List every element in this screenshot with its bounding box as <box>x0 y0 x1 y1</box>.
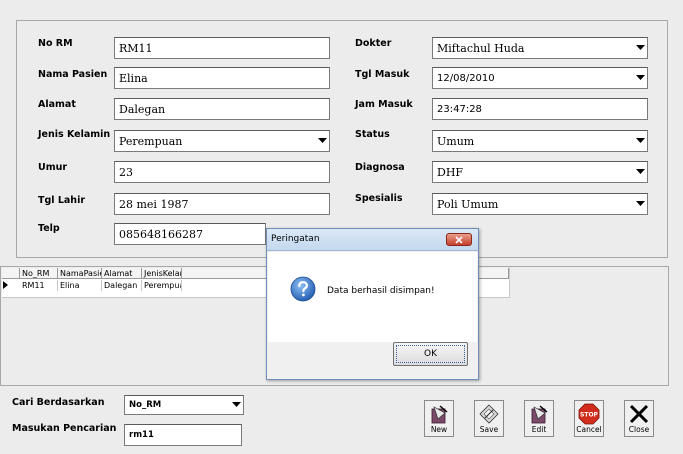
new-label: New <box>430 425 448 434</box>
jam-masuk-value: 23:47:28 <box>437 103 482 115</box>
current-row-pointer-icon <box>3 281 8 289</box>
no-rm-value: RM11 <box>119 41 153 55</box>
spesialis-value: Poli Umum <box>437 197 499 211</box>
cari-berdasarkan-value: No_RM <box>129 400 162 410</box>
dokter-select[interactable]: Miftachul Huda <box>432 37 648 59</box>
grid-cell[interactable]: Perempua <box>142 280 182 291</box>
grid-cell[interactable]: RM11 <box>20 280 58 291</box>
stop-sign-text: STOP <box>580 412 599 419</box>
masukan-pencarian-value: rm11 <box>129 430 154 440</box>
telp-field[interactable]: 085648166287 <box>114 223 266 245</box>
grid-header[interactable]: Alamat <box>102 268 142 279</box>
close-button[interactable]: Close <box>624 400 654 437</box>
umur-field[interactable]: 23 <box>114 161 330 183</box>
grid-header[interactable]: JenisKelar <box>142 268 182 279</box>
label-umur: Umur <box>38 162 68 173</box>
label-dokter: Dokter <box>355 38 392 49</box>
tgl-masuk-picker[interactable]: 12/08/2010 <box>432 67 648 89</box>
dialog-titlebar[interactable]: Peringatan <box>267 229 478 251</box>
chevron-down-icon[interactable] <box>633 131 647 151</box>
grid-header[interactable]: No_RM <box>20 268 58 279</box>
save-icon <box>479 404 499 424</box>
grid-cell[interactable]: Elina <box>58 280 102 291</box>
label-jam-masuk: Jam Masuk <box>355 99 413 110</box>
save-button[interactable]: Save <box>474 400 504 437</box>
tgl-lahir-field[interactable]: 28 mei 1987 <box>114 193 330 215</box>
message-dialog: Peringatan Data berhasil disimpan! OK <box>266 228 479 380</box>
new-button[interactable]: New <box>424 400 454 437</box>
label-nama-pasien: Nama Pasien <box>38 69 108 80</box>
cancel-button[interactable]: STOP Cancel <box>574 400 604 437</box>
tgl-masuk-value: 12/08/2010 <box>437 72 495 84</box>
cari-berdasarkan-select[interactable]: No_RM <box>124 395 244 415</box>
dialog-body <box>268 252 477 342</box>
nama-pasien-field[interactable]: Elina <box>114 67 330 89</box>
no-rm-field[interactable]: RM11 <box>114 37 330 59</box>
alamat-field[interactable]: Dalegan <box>114 98 330 120</box>
status-value: Umum <box>437 134 475 148</box>
dokter-value: Miftachul Huda <box>437 41 525 55</box>
chevron-down-icon[interactable] <box>633 68 647 88</box>
grid-header[interactable]: NamaPasien <box>58 268 102 279</box>
question-icon <box>290 276 316 302</box>
label-masukan-pencarian: Masukan Pencarian <box>12 423 117 434</box>
close-label: Close <box>628 425 650 434</box>
label-tgl-masuk: Tgl Masuk <box>355 69 410 80</box>
edit-button[interactable]: Edit <box>524 400 554 437</box>
alamat-value: Dalegan <box>119 102 166 116</box>
dialog-close-button[interactable] <box>446 233 472 246</box>
umur-value: 23 <box>119 165 133 179</box>
diagnosa-value: DHF <box>437 165 464 179</box>
dialog-message: Data berhasil disimpan! <box>327 286 435 296</box>
grid-header-indicator <box>2 268 20 279</box>
label-no-rm: No RM <box>38 38 73 49</box>
chevron-down-icon[interactable] <box>229 396 243 414</box>
edit-label: Edit <box>531 425 547 434</box>
focus-rectangle <box>396 345 465 363</box>
chevron-down-icon[interactable] <box>315 131 329 151</box>
label-diagnosa: Diagnosa <box>355 162 405 173</box>
label-cari-berdasarkan: Cari Berdasarkan <box>12 397 105 408</box>
label-tgl-lahir: Tgl Lahir <box>38 195 86 206</box>
close-x-icon <box>629 404 649 424</box>
chevron-down-icon[interactable] <box>633 38 647 58</box>
edit-icon <box>531 405 548 424</box>
chevron-down-icon[interactable] <box>633 162 647 182</box>
label-jenis-kelamin: Jenis Kelamin <box>38 129 111 140</box>
ok-button[interactable]: OK <box>393 342 468 366</box>
tgl-lahir-value: 28 mei 1987 <box>119 197 189 211</box>
label-spesialis: Spesialis <box>355 193 403 204</box>
save-label: Save <box>479 425 499 434</box>
diagnosa-select[interactable]: DHF <box>432 161 648 183</box>
masukan-pencarian-input[interactable]: rm11 <box>124 424 242 446</box>
telp-value: 085648166287 <box>119 227 203 241</box>
close-icon <box>455 235 463 244</box>
jenis-kelamin-select[interactable]: Perempuan <box>114 130 330 152</box>
nama-pasien-value: Elina <box>119 71 148 85</box>
chevron-down-icon[interactable] <box>633 194 647 214</box>
dialog-title: Peringatan <box>271 234 320 244</box>
jam-masuk-field[interactable]: 23:47:28 <box>432 98 648 120</box>
grid-cell[interactable]: Dalegan <box>102 280 142 291</box>
status-select[interactable]: Umum <box>432 130 648 152</box>
jenis-kelamin-value: Perempuan <box>119 134 183 148</box>
cancel-label: Cancel <box>576 425 602 434</box>
new-icon <box>431 405 448 424</box>
spesialis-select[interactable]: Poli Umum <box>432 193 648 215</box>
label-status: Status <box>355 129 390 140</box>
label-telp: Telp <box>38 223 60 234</box>
stop-sign-icon: STOP <box>578 403 600 425</box>
label-alamat: Alamat <box>38 99 76 110</box>
